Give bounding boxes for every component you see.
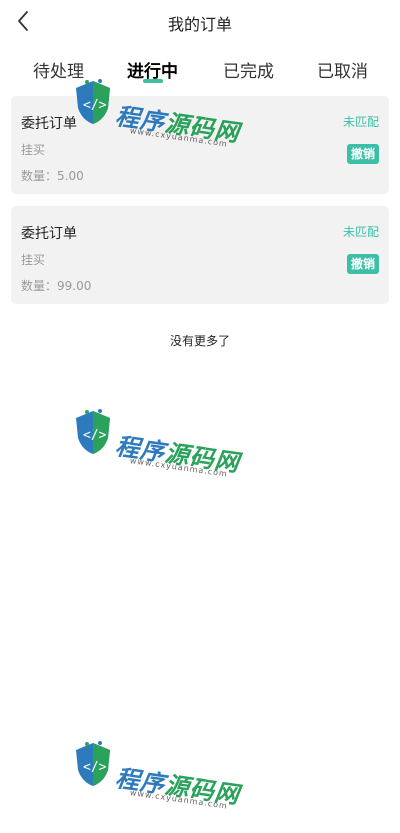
watermark-logo: </> 程序源码网 www.cxyuanma.com xyxy=(72,740,247,820)
cancel-order-button[interactable]: 撤销 xyxy=(346,144,379,164)
watermark-brand: 程序源码网 xyxy=(113,432,242,478)
order-status: 未匹配 xyxy=(342,225,379,239)
watermark-url: www.cxyuanma.com xyxy=(129,788,229,811)
tab-pending[interactable]: 待处理 xyxy=(33,57,84,82)
svg-text:</>: </> xyxy=(83,428,107,443)
order-type: 挂买 xyxy=(21,253,46,267)
page-title: 我的订单 xyxy=(167,15,232,34)
order-card: 委托订单 挂买 数量：99.00 未匹配 撤销 xyxy=(11,206,389,304)
tab-completed[interactable]: 已完成 xyxy=(223,57,274,82)
order-title: 委托订单 xyxy=(21,226,77,242)
orders-page: 我的订单 待处理 进行中 已完成 已取消 委托订单 挂买 数量：5.00 未匹配… xyxy=(0,0,400,833)
tab-cancelled[interactable]: 已取消 xyxy=(317,57,368,82)
order-type: 挂买 xyxy=(21,143,46,157)
top-bar: 我的订单 xyxy=(0,0,400,42)
no-more-text: 没有更多了 xyxy=(169,334,230,348)
svg-text:</>: </> xyxy=(83,760,107,775)
order-status: 未匹配 xyxy=(342,115,379,129)
order-status-tabs: 待处理 进行中 已完成 已取消 xyxy=(0,42,400,90)
active-tab-indicator xyxy=(143,79,163,83)
cancel-order-button[interactable]: 撤销 xyxy=(346,254,379,274)
order-quantity: 数量：99.00 xyxy=(21,279,92,293)
watermark-logo: </> 程序源码网 www.cxyuanma.com xyxy=(72,408,247,488)
watermark-url: www.cxyuanma.com xyxy=(129,456,229,479)
order-card: 委托订单 挂买 数量：5.00 未匹配 撤销 xyxy=(11,96,389,194)
order-quantity: 数量：5.00 xyxy=(21,169,84,183)
order-title: 委托订单 xyxy=(21,116,77,132)
watermark-brand: 程序源码网 xyxy=(113,764,242,810)
shield-logo-icon: </> xyxy=(76,409,110,454)
shield-logo-icon: </> xyxy=(76,741,110,786)
